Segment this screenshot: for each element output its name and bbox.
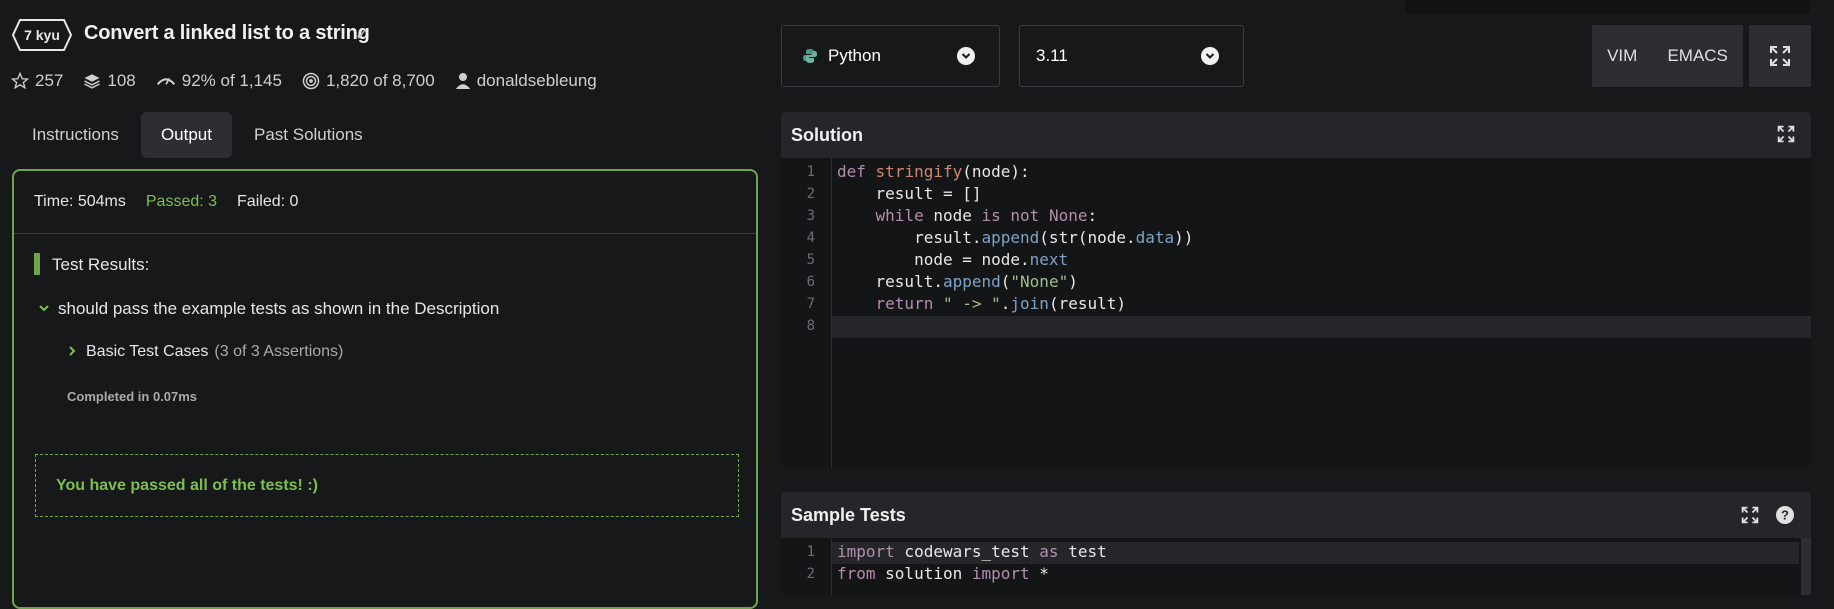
expand-solution-button[interactable] bbox=[1777, 125, 1795, 143]
chevron-right-icon[interactable] bbox=[66, 344, 78, 360]
code-line: return " -> ".join(result) bbox=[875, 294, 1126, 313]
stars-count: 257 bbox=[35, 71, 64, 90]
assertion-count: (3 of 3 Assertions) bbox=[214, 343, 344, 360]
editor-mode-toggle: VIM EMACS bbox=[1592, 25, 1743, 87]
top-scrollbar[interactable] bbox=[1405, 0, 1810, 14]
solution-editor[interactable]: 1 2 3 4 5 6 7 8 def stringify(node): res… bbox=[781, 158, 1811, 468]
language-select[interactable]: Python bbox=[781, 25, 1000, 87]
line-gutter: 1 2 bbox=[781, 538, 832, 595]
code-line: def stringify(node): bbox=[837, 162, 1030, 181]
line-number: 8 bbox=[806, 318, 815, 334]
chevron-down-icon[interactable]: ✓ bbox=[355, 25, 368, 45]
code-line: import codewars_test as test bbox=[837, 542, 1107, 561]
satisfaction-value: 92% bbox=[181, 71, 216, 90]
chevron-down-icon[interactable] bbox=[957, 47, 975, 65]
tab-output[interactable]: Output bbox=[140, 112, 232, 158]
line-number: 5 bbox=[806, 252, 815, 268]
solution-header: Solution bbox=[781, 112, 1811, 158]
describe-label: should pass the example tests as shown i… bbox=[58, 299, 500, 318]
line-number: 2 bbox=[806, 186, 815, 202]
basic-test-cases[interactable]: Basic Test Cases (3 of 3 Assertions) bbox=[66, 343, 343, 361]
completed-value: 1,820 bbox=[325, 71, 369, 90]
language-value: Python bbox=[828, 46, 881, 65]
target-icon bbox=[302, 72, 320, 90]
stack-icon bbox=[84, 74, 101, 89]
expand-icon bbox=[1770, 46, 1790, 66]
fullscreen-button[interactable] bbox=[1749, 25, 1811, 87]
basic-test-label: Basic Test Cases bbox=[86, 343, 209, 360]
sample-tests-actions: ? bbox=[1741, 505, 1795, 525]
code-line: from solution import * bbox=[837, 564, 1049, 583]
line-gutter: 1 2 3 4 5 6 7 8 bbox=[781, 158, 832, 468]
vim-button[interactable]: VIM bbox=[1607, 46, 1637, 66]
line-number: 1 bbox=[806, 544, 815, 560]
line-number: 7 bbox=[806, 296, 815, 312]
svg-text:?: ? bbox=[1781, 508, 1789, 523]
satisfaction-stat: 92% of 1,145 bbox=[156, 71, 282, 91]
passed-label: Passed: 3 bbox=[145, 193, 218, 210]
sample-tests-header: Sample Tests ? bbox=[781, 492, 1811, 538]
tab-instructions[interactable]: Instructions bbox=[12, 112, 139, 158]
satisfaction-total: of 1,145 bbox=[220, 71, 282, 90]
completed-total: of 8,700 bbox=[373, 71, 435, 90]
expand-icon bbox=[1741, 506, 1759, 524]
kata-title[interactable]: Convert a linked list to a string bbox=[84, 22, 370, 45]
user-icon bbox=[455, 73, 470, 89]
output-tabs: Instructions Output Past Solutions bbox=[12, 112, 385, 158]
rank-label: 7 kyu bbox=[24, 27, 60, 43]
satisfaction-icon bbox=[156, 78, 175, 86]
author-name[interactable]: donaldsebleung bbox=[477, 71, 597, 91]
editor-scrollbar[interactable] bbox=[1801, 538, 1811, 595]
line-number: 6 bbox=[806, 274, 815, 290]
author-stat[interactable]: donaldsebleung bbox=[455, 71, 597, 91]
failed-label: Failed: 0 bbox=[237, 193, 299, 210]
code-line: result.append("None") bbox=[837, 272, 1078, 291]
version-select[interactable]: 3.11 bbox=[1019, 25, 1244, 87]
code-line: result = [] bbox=[837, 184, 982, 203]
rank-badge: 7 kyu bbox=[12, 19, 72, 51]
output-summary: Time: 504ms Passed: 3 Failed: 0 bbox=[14, 171, 756, 234]
python-icon bbox=[803, 49, 817, 63]
line-number: 2 bbox=[806, 566, 815, 582]
collections-stat: 108 bbox=[83, 71, 136, 91]
stars-stat: 257 bbox=[11, 71, 63, 91]
describe-block[interactable]: should pass the example tests as shown i… bbox=[38, 299, 499, 319]
line-number: 4 bbox=[806, 230, 815, 246]
chevron-down-icon[interactable] bbox=[38, 301, 50, 317]
expand-icon bbox=[1777, 125, 1795, 143]
completed-stat: 1,820 of 8,700 bbox=[302, 71, 435, 91]
code-line: result.append(str(node.data)) bbox=[837, 228, 1194, 247]
code-line: while node is not None: bbox=[875, 206, 1098, 225]
time-label: Time: 504ms bbox=[34, 193, 126, 210]
line-number: 3 bbox=[806, 208, 815, 224]
test-results-marker bbox=[34, 253, 40, 275]
active-line-highlight bbox=[832, 316, 1811, 338]
expand-sample-tests-button[interactable] bbox=[1741, 506, 1759, 524]
version-value: 3.11 bbox=[1036, 46, 1068, 65]
line-number: 1 bbox=[806, 164, 815, 180]
sample-tests-editor[interactable]: 1 2 import codewars_test as test from so… bbox=[781, 538, 1811, 595]
star-icon bbox=[11, 72, 29, 90]
sample-tests-title: Sample Tests bbox=[791, 504, 906, 525]
collections-count: 108 bbox=[107, 71, 136, 90]
code-line: node = node.next bbox=[837, 250, 1069, 269]
completed-in: Completed in 0.07ms bbox=[67, 389, 198, 404]
emacs-button[interactable]: EMACS bbox=[1667, 46, 1727, 66]
test-results-title: Test Results: bbox=[52, 255, 150, 274]
output-panel: Time: 504ms Passed: 3 Failed: 0 Test Res… bbox=[12, 169, 758, 609]
chevron-down-icon[interactable] bbox=[1201, 47, 1219, 65]
passed-message-text: You have passed all of the tests! :) bbox=[56, 476, 318, 494]
passed-message: You have passed all of the tests! :) bbox=[35, 454, 739, 517]
solution-title: Solution bbox=[791, 124, 863, 145]
kata-stats: 257 108 92% of 1,145 1,820 of 8,700 dona… bbox=[11, 71, 617, 91]
help-icon[interactable]: ? bbox=[1775, 505, 1795, 525]
tab-past-solutions[interactable]: Past Solutions bbox=[234, 112, 383, 158]
